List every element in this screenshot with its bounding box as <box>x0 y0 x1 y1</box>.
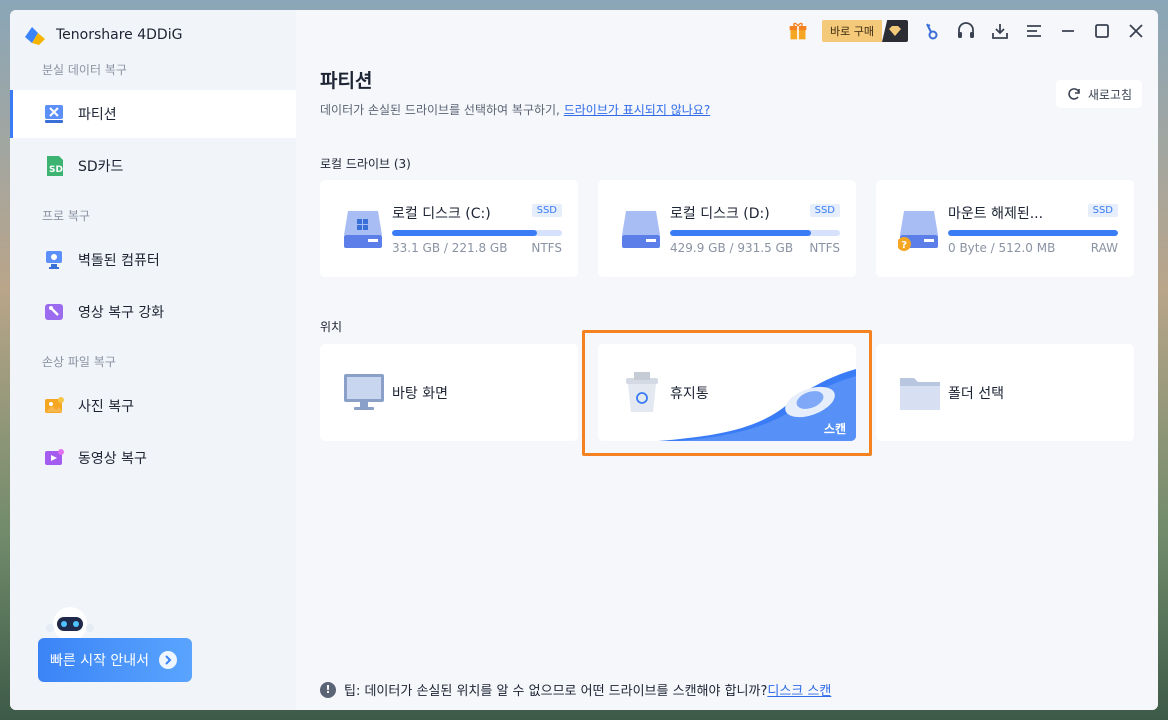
quick-start-label: 빠른 시작 안내서 <box>50 653 150 669</box>
sidebar-item-video-repair[interactable]: 영상 복구 강화 <box>10 288 296 336</box>
app-window: Tenorshare 4DDiG 분실 데이터 복구 파티션 SD SD카드 프… <box>10 10 1158 710</box>
section-pro-recovery: 프로 복구 <box>42 209 90 223</box>
svg-text:?: ? <box>901 240 907 251</box>
sd-card-icon: SD <box>42 154 66 178</box>
gift-icon[interactable] <box>788 21 808 41</box>
drive-size: 429.9 GB / 931.5 GB <box>670 241 794 255</box>
sidebar-item-video[interactable]: 동영상 복구 <box>10 434 296 482</box>
key-icon[interactable] <box>922 21 942 41</box>
photo-repair-icon <box>42 394 66 418</box>
drive-size: 33.1 GB / 221.8 GB <box>392 241 508 255</box>
subtitle-text: 데이터가 손실된 드라이브를 선택하여 복구하기, <box>320 103 560 117</box>
drive-filesystem: RAW <box>1090 241 1118 255</box>
usage-fill <box>670 230 812 236</box>
sidebar-item-label: 영상 복구 강화 <box>78 305 165 321</box>
section-lost-data: 분실 데이터 복구 <box>42 63 127 77</box>
quick-start-button[interactable]: 빠른 시작 안내서 <box>38 638 192 682</box>
disk-scan-link[interactable]: 디스크 스캔 <box>767 680 831 699</box>
partition-icon <box>42 102 66 126</box>
local-drives-label: 로컬 드라이브 (3) <box>320 157 411 171</box>
usage-fill <box>392 230 537 236</box>
usage-bar <box>948 230 1118 236</box>
desktop-icon <box>344 374 384 410</box>
location-name: 폴더 선택 <box>948 386 1004 402</box>
crashed-computer-icon <box>42 248 66 272</box>
app-title: Tenorshare 4DDiG <box>56 27 183 43</box>
app-logo-icon <box>25 27 45 45</box>
info-icon: ! <box>320 681 336 698</box>
location-desktop[interactable]: 바탕 화면 <box>320 344 578 441</box>
close-icon[interactable] <box>1126 21 1146 41</box>
download-icon[interactable] <box>990 21 1010 41</box>
arrow-right-icon <box>159 651 178 669</box>
drive-name: 마운트 해제된... <box>948 206 1044 222</box>
sidebar: Tenorshare 4DDiG 분실 데이터 복구 파티션 SD SD카드 프… <box>10 10 296 710</box>
page-title: 파티션 <box>320 70 373 92</box>
folder-icon <box>900 378 940 410</box>
sidebar-item-photo-repair[interactable]: 사진 복구 <box>10 382 296 430</box>
buy-now-label: 바로 구매 <box>822 20 882 42</box>
drive-not-shown-link[interactable]: 드라이브가 표시되지 않나요? <box>564 103 710 117</box>
hard-drive-icon <box>622 211 660 248</box>
menu-icon[interactable] <box>1024 21 1044 41</box>
diamond-icon <box>882 20 908 42</box>
tip-text: 팁: 데이터가 손실된 위치를 알 수 없으므로 어떤 드라이브를 스캔해야 합… <box>344 684 768 699</box>
tip-bar: ! 팁: 데이터가 손실된 위치를 알 수 없으므로 어떤 드라이브를 스캔해야… <box>320 680 831 699</box>
sidebar-item-label: SD카드 <box>78 159 124 175</box>
drive-name: 로컬 디스크 (D:) <box>670 206 770 222</box>
refresh-label: 새로고침 <box>1087 87 1132 102</box>
brand: Tenorshare 4DDiG <box>22 23 182 47</box>
ssd-badge: SSD <box>1087 204 1118 217</box>
refresh-icon <box>1068 88 1080 100</box>
sidebar-item-partition[interactable]: 파티션 <box>10 90 296 138</box>
ssd-badge: SSD <box>531 204 562 217</box>
title-bar: 바로 구매 <box>788 20 1146 42</box>
recycle-bin-icon <box>626 372 658 412</box>
scan-button[interactable]: 스캔 <box>824 420 846 437</box>
drive-filesystem: NTFS <box>809 241 840 255</box>
sidebar-item-label: 동영상 복구 <box>78 451 147 467</box>
drive-size: 0 Byte / 512.0 MB <box>948 241 1056 255</box>
refresh-button[interactable]: 새로고침 <box>1055 80 1142 108</box>
buy-now-button[interactable]: 바로 구매 <box>822 20 908 42</box>
section-corrupted-file: 손상 파일 복구 <box>42 355 116 369</box>
drive-card-unmounted[interactable]: ? 마운트 해제된... SSD 0 Byte / 512.0 MB RAW <box>876 180 1134 277</box>
hard-drive-warning-icon: ? <box>898 211 938 251</box>
sidebar-item-label: 벽돌된 컴퓨터 <box>78 253 160 269</box>
usage-bar <box>392 230 562 236</box>
usage-fill <box>948 230 1118 236</box>
main-panel: 바로 구매 파티션 데이터가 손실된 드라이브를 선택하여 복구하기, 드라이브… <box>296 10 1158 710</box>
sidebar-item-label: 사진 복구 <box>78 399 134 415</box>
ssd-badge: SSD <box>809 204 840 217</box>
sidebar-item-crashed-computer[interactable]: 벽돌된 컴퓨터 <box>10 236 296 284</box>
drive-name: 로컬 디스크 (C:) <box>392 206 491 222</box>
location-select-folder[interactable]: 폴더 선택 <box>876 344 1134 441</box>
minimize-icon[interactable] <box>1058 21 1078 41</box>
usage-bar <box>670 230 840 236</box>
video-icon <box>42 446 66 470</box>
headset-icon[interactable] <box>956 21 976 41</box>
location-recycle-bin[interactable]: 휴지통 스캔 <box>598 344 856 441</box>
locations-label: 위치 <box>320 320 343 334</box>
drive-card-d[interactable]: 로컬 디스크 (D:) SSD 429.9 GB / 931.5 GB NTFS <box>598 180 856 277</box>
svg-text:SD: SD <box>49 165 63 175</box>
location-name: 휴지통 <box>670 386 709 402</box>
maximize-icon[interactable] <box>1092 21 1112 41</box>
page-subtitle: 데이터가 손실된 드라이브를 선택하여 복구하기, 드라이브가 표시되지 않나요… <box>320 101 710 118</box>
sidebar-item-label: 파티션 <box>78 107 117 123</box>
hard-drive-icon <box>344 211 382 248</box>
location-name: 바탕 화면 <box>392 386 448 402</box>
drive-card-c[interactable]: 로컬 디스크 (C:) SSD 33.1 GB / 221.8 GB NTFS <box>320 180 578 277</box>
sidebar-item-sd-card[interactable]: SD SD카드 <box>10 142 296 190</box>
drive-filesystem: NTFS <box>531 241 562 255</box>
video-repair-icon <box>42 300 66 324</box>
